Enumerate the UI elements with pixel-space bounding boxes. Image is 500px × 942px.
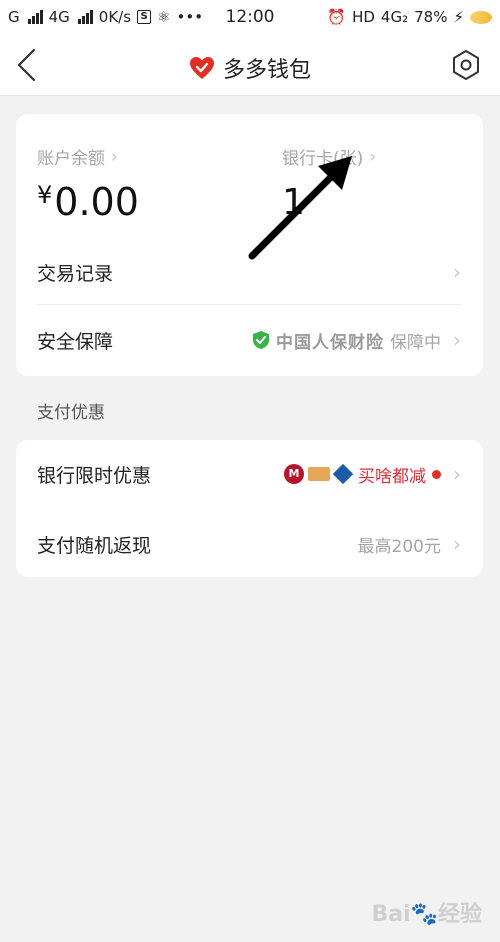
chevron-right-icon: ›: [369, 146, 377, 167]
chevron-right-icon: ›: [111, 146, 118, 167]
signal-icon: [27, 10, 43, 24]
security-row[interactable]: 安全保障 中国人保财险 保障中 ›: [16, 306, 483, 374]
chevron-right-icon: ›: [453, 328, 461, 352]
status-bar: G 4G 0K/s S ⚛ ••• 12:00 ⏰ HD 4G₂ 78% ⚡: [0, 0, 500, 34]
account-card: 账户余额 › 银行卡(张) › ¥ 0.00 1 交易记录 › 安全保障 中国人…: [16, 114, 483, 376]
transactions-row[interactable]: 交易记录 ›: [16, 238, 483, 306]
weibo-icon: ⚛: [157, 8, 171, 26]
status-right: ⏰ HD 4G₂ 78% ⚡: [327, 8, 492, 26]
app-header: 多多钱包: [0, 34, 500, 96]
settings-icon[interactable]: [450, 49, 482, 81]
notification-dot: [432, 469, 441, 479]
balance-amount[interactable]: ¥ 0.00: [37, 180, 139, 224]
bank-offer-info: M 买啥都减 ›: [284, 462, 461, 487]
cashback-label: 支付随机返现: [37, 534, 152, 557]
page-title: 多多钱包: [222, 58, 311, 83]
chevron-right-icon: ›: [453, 532, 461, 556]
carrier1-label: G: [8, 8, 20, 26]
net-type-label: 4G₂: [380, 8, 409, 26]
cashback-value: 最高200元: [357, 536, 441, 557]
battery-label: 78%: [414, 8, 448, 26]
bankcard-link[interactable]: 银行卡(张) ›: [282, 144, 377, 170]
insurer-name: 中国人保财险: [276, 332, 384, 353]
balance-link[interactable]: 账户余额 ›: [37, 144, 118, 170]
bank-offer-row[interactable]: 银行限时优惠 M 买啥都减 ›: [16, 440, 483, 508]
speed-label: 0K/s: [98, 8, 132, 26]
divider: [37, 304, 461, 305]
bankcard-label: 银行卡(张): [282, 149, 364, 169]
cmb-bank-logo-icon: M: [284, 464, 304, 484]
security-label: 安全保障: [37, 330, 114, 353]
cashback-row[interactable]: 支付随机返现 最高200元 ›: [16, 510, 483, 578]
page-title-group: 多多钱包: [0, 52, 500, 84]
bankcard-count[interactable]: 1: [282, 182, 305, 223]
s-app-icon: S: [137, 10, 152, 24]
bank-logo-icon: [332, 463, 354, 485]
bank-offer-tag: 买啥都减: [358, 466, 426, 487]
section-title-promo: 支付优惠: [37, 403, 105, 423]
charging-icon: ⚡: [453, 8, 464, 26]
chevron-right-icon: ›: [453, 462, 461, 486]
security-status: 保障中: [390, 332, 441, 353]
transactions-label: 交易记录: [37, 262, 114, 285]
signal-icon-2: [77, 10, 93, 24]
currency-symbol: ¥: [37, 181, 53, 209]
alarm-icon: ⏰: [327, 8, 347, 26]
more-icon: •••: [176, 8, 204, 26]
bank-logo-icon: [308, 467, 330, 481]
heart-icon: [189, 57, 214, 79]
balance-value: 0.00: [54, 180, 139, 224]
balance-label: 账户余额: [37, 149, 105, 169]
battery-icon: [470, 10, 492, 24]
hd-label: HD: [352, 8, 375, 26]
chevron-right-icon: ›: [453, 260, 461, 284]
bank-offer-label: 银行限时优惠: [37, 464, 152, 487]
carrier2-label: 4G: [48, 8, 70, 26]
shield-check-icon: [253, 331, 269, 349]
watermark-logo: Bai🐾经验: [371, 902, 482, 927]
bank-logos: M: [284, 463, 354, 485]
security-info: 中国人保财险 保障中 ›: [252, 328, 461, 353]
promo-card: 银行限时优惠 M 买啥都减 › 支付随机返现 最高200元 ›: [16, 440, 483, 577]
status-left: G 4G 0K/s S ⚛ •••: [8, 8, 203, 26]
